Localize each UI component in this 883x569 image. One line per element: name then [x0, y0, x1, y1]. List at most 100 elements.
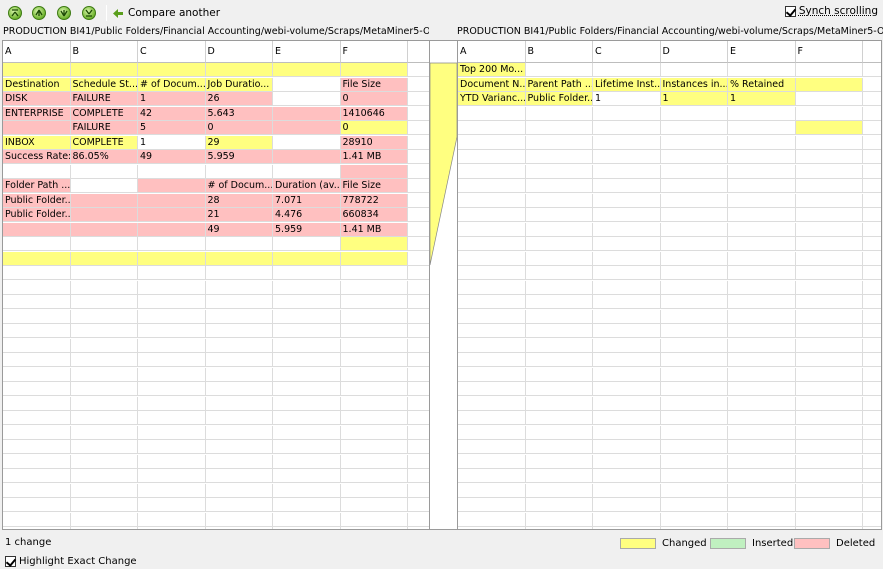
table-cell[interactable] [660, 338, 728, 353]
table-cell[interactable] [795, 135, 863, 150]
table-cell[interactable] [408, 150, 429, 164]
table-cell[interactable] [728, 527, 796, 529]
table-cell[interactable] [660, 353, 728, 367]
table-cell[interactable] [795, 237, 863, 251]
table-cell[interactable] [593, 309, 661, 324]
table-cell[interactable] [408, 107, 429, 121]
table-cell[interactable] [3, 222, 71, 237]
table-cell[interactable] [70, 251, 138, 266]
table-cell[interactable] [863, 469, 881, 483]
table-cell[interactable] [458, 295, 526, 309]
table-cell[interactable] [863, 527, 881, 529]
table-cell[interactable] [525, 63, 593, 77]
first-change-icon[interactable] [8, 6, 22, 20]
table-cell[interactable]: 660834 [340, 208, 408, 222]
table-cell[interactable] [3, 266, 71, 280]
table-cell[interactable] [660, 425, 728, 440]
table-cell[interactable] [408, 208, 429, 222]
table-cell[interactable] [205, 382, 273, 396]
table-cell[interactable] [340, 454, 408, 469]
table-cell[interactable] [340, 367, 408, 382]
table-cell[interactable] [660, 309, 728, 324]
table-cell[interactable] [660, 106, 728, 121]
table-cell[interactable] [863, 92, 881, 106]
table-cell[interactable] [525, 411, 593, 425]
table-cell[interactable] [525, 164, 593, 179]
table-cell[interactable] [205, 454, 273, 469]
table-cell[interactable] [660, 135, 728, 150]
table-cell[interactable] [728, 425, 796, 440]
table-cell[interactable] [458, 309, 526, 324]
table-cell[interactable] [863, 498, 881, 512]
table-cell[interactable] [408, 498, 429, 512]
table-cell[interactable]: 42 [138, 106, 206, 121]
table-cell[interactable] [205, 498, 273, 512]
last-change-icon[interactable] [82, 6, 96, 20]
table-cell[interactable] [458, 338, 526, 353]
table-cell[interactable] [660, 396, 728, 411]
table-cell[interactable] [660, 324, 728, 338]
table-cell[interactable] [728, 266, 796, 280]
left-spreadsheet-grid[interactable]: A B C D E F Destination Schedule St... # of Docu… [2, 40, 430, 530]
table-cell[interactable]: Public Folder... [525, 92, 593, 106]
table-cell[interactable] [340, 63, 408, 77]
table-cell[interactable] [70, 469, 138, 483]
table-cell[interactable] [205, 411, 273, 425]
highlight-exact-change-checkbox[interactable]: Highlight Exact Change [5, 556, 137, 567]
table-cell[interactable] [593, 382, 661, 396]
table-cell[interactable] [525, 425, 593, 440]
table-cell[interactable] [3, 251, 71, 266]
table-cell[interactable]: 1 [138, 92, 206, 106]
table-cell[interactable] [408, 382, 429, 396]
table-cell[interactable] [340, 237, 408, 251]
table-cell[interactable]: 26 [205, 92, 273, 106]
table-cell[interactable] [795, 106, 863, 121]
table-cell[interactable] [593, 440, 661, 454]
table-cell[interactable] [458, 440, 526, 454]
table-cell[interactable] [138, 411, 206, 425]
table-cell[interactable] [138, 208, 206, 222]
table-cell[interactable] [593, 251, 661, 266]
table-cell[interactable] [273, 309, 341, 324]
table-cell[interactable] [660, 150, 728, 164]
table-cell[interactable] [728, 295, 796, 309]
table-cell[interactable] [138, 440, 206, 454]
table-cell[interactable] [795, 382, 863, 396]
table-cell[interactable] [525, 150, 593, 164]
table-cell[interactable]: 21 [205, 208, 273, 222]
table-cell[interactable] [340, 411, 408, 425]
table-cell[interactable] [340, 382, 408, 396]
table-cell[interactable] [525, 382, 593, 396]
table-cell[interactable] [526, 527, 593, 529]
table-cell[interactable] [660, 295, 728, 309]
table-cell[interactable] [863, 107, 881, 121]
table-cell[interactable] [525, 222, 593, 237]
table-cell[interactable] [273, 324, 341, 338]
table-cell[interactable] [795, 193, 863, 208]
table-cell[interactable]: Folder Path ... [3, 179, 71, 193]
table-cell[interactable]: Schedule St... [70, 77, 138, 92]
table-cell[interactable] [340, 396, 408, 411]
table-cell[interactable]: INBOX [3, 135, 71, 150]
table-cell[interactable] [458, 222, 526, 237]
table-cell[interactable] [458, 324, 526, 338]
table-cell[interactable] [408, 353, 429, 367]
table-cell[interactable] [593, 454, 661, 469]
table-cell[interactable] [273, 440, 341, 454]
table-cell[interactable]: 4.476 [273, 208, 341, 222]
table-cell[interactable]: 0 [340, 92, 408, 106]
table-cell[interactable] [728, 324, 796, 338]
table-cell[interactable] [728, 353, 796, 367]
table-cell[interactable] [70, 237, 138, 251]
table-cell[interactable] [205, 237, 273, 251]
table-cell[interactable] [795, 512, 863, 527]
table-cell[interactable] [3, 309, 71, 324]
table-cell[interactable] [660, 280, 728, 295]
table-cell[interactable] [660, 498, 728, 512]
table-cell[interactable] [408, 92, 429, 106]
table-cell[interactable]: 0 [205, 121, 273, 135]
table-cell[interactable] [273, 425, 341, 440]
table-cell[interactable]: 49 [205, 222, 273, 237]
table-cell[interactable] [458, 367, 526, 382]
table-cell[interactable] [863, 397, 881, 411]
